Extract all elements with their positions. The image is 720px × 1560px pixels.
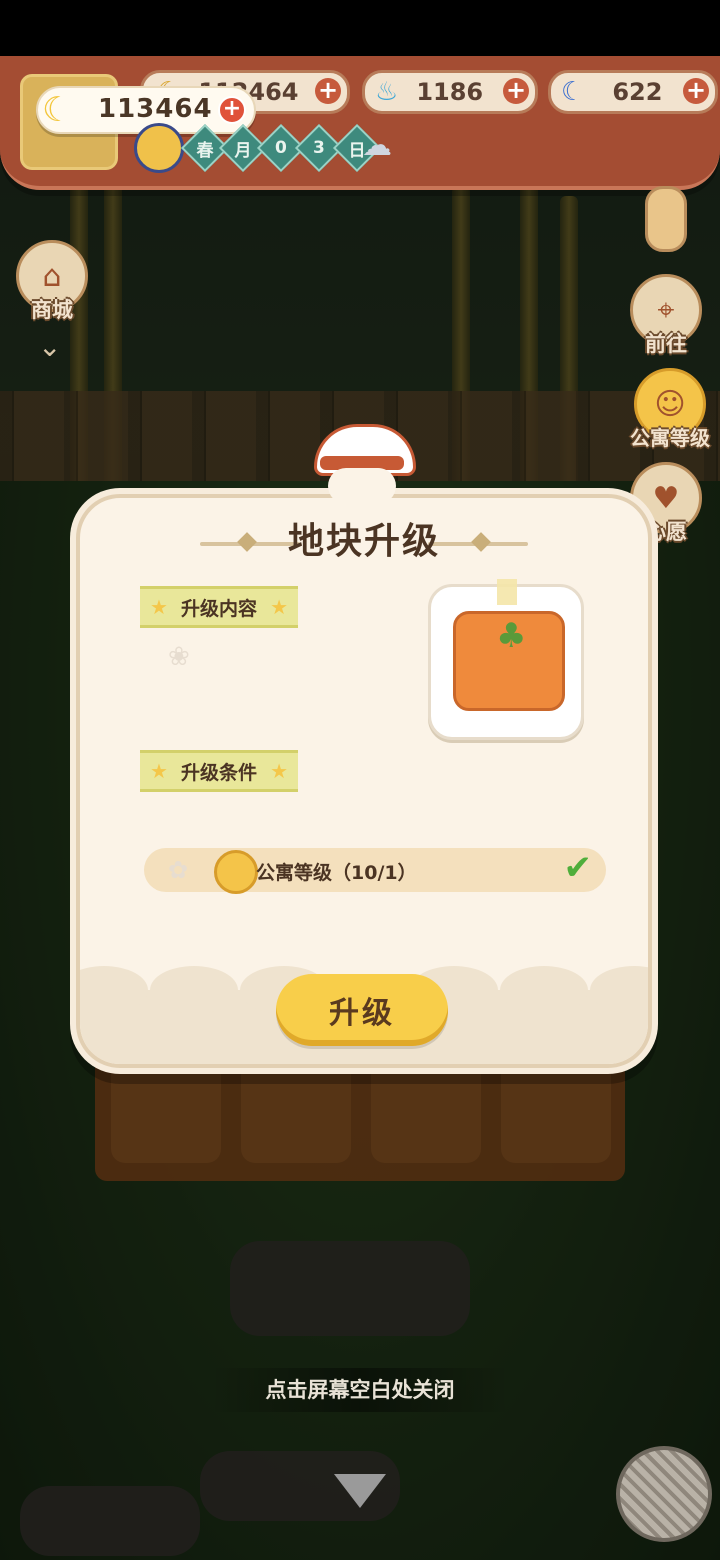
upgrade-content-tag: ★ 升级内容 ★ <box>140 586 298 628</box>
flame-resource: ♨ 1186 + <box>362 70 538 114</box>
gourd-icon <box>645 186 687 252</box>
paw-icon: ❀ <box>168 642 190 672</box>
condition-row: ✿ 公寓等级（10/1） ✔ <box>144 848 606 894</box>
star-icon: ★ <box>150 759 168 783</box>
banana-icon: ☾ <box>42 90 73 130</box>
date-digit-2: 3 <box>313 138 325 158</box>
apartment-badge-icon <box>214 850 258 894</box>
soil-plot-icon: ♣ <box>453 611 565 711</box>
chevron-down-icon[interactable]: ⌄ <box>38 330 61 363</box>
star-icon: ★ <box>150 595 168 619</box>
date-season: 春 <box>196 140 214 161</box>
chef-character <box>310 418 416 504</box>
goto-button[interactable]: ⌖ 前往 <box>626 274 706 358</box>
dialog-title: 地块升级 <box>287 521 440 562</box>
apartment-level-button[interactable]: ☺ 公寓等级 <box>624 368 716 451</box>
down-arrow-icon[interactable] <box>334 1474 386 1508</box>
blue-banana-count: 622 <box>612 78 663 106</box>
yarn-ball-icon[interactable] <box>616 1446 712 1542</box>
upgrade-button[interactable]: 升级 <box>276 974 448 1046</box>
add-banana-button[interactable]: + <box>315 78 341 104</box>
add-main-currency-button[interactable]: + <box>218 96 246 124</box>
sprout-icon: ♣ <box>496 616 527 656</box>
blue-banana-icon: ☾ <box>561 77 585 107</box>
upgrade-condition-label: 升级条件 <box>180 761 257 784</box>
status-bar <box>0 0 720 56</box>
close-hint: 点击屏幕空白处关闭 <box>210 1368 510 1412</box>
upgrade-condition-tag: ★ 升级条件 ★ <box>140 750 298 792</box>
checkmark-icon: ✔ <box>563 848 593 888</box>
condition-text: 公寓等级（10/1） <box>256 862 417 884</box>
date-digit-1: 0 <box>275 138 287 158</box>
calendar-date: 春 月 0 3 日 <box>134 123 382 173</box>
add-blue-banana-button[interactable]: + <box>683 78 709 104</box>
shop-button[interactable]: ⌂ 商城 <box>12 240 92 324</box>
add-flame-button[interactable]: + <box>503 78 529 104</box>
shop-label: 商城 <box>31 298 73 322</box>
apartment-level-label: 公寓等级 <box>630 426 710 450</box>
flame-count: 1186 <box>416 78 484 106</box>
clover-icon: ✿ <box>168 856 189 884</box>
plot-upgrade-dialog: 地块升级 ★ 升级内容 ★ ❀ ♣ ★ 升级条件 ★ ✿ 公寓等级（10/1） … <box>76 494 652 1068</box>
main-currency-value: 113464 <box>98 94 213 124</box>
clock-icon <box>134 123 184 173</box>
rain-cloud-icon: ☁ <box>362 128 392 163</box>
upgrade-content-label: 升级内容 <box>180 597 257 620</box>
blue-banana-resource: ☾ 622 + <box>548 70 718 114</box>
goto-label: 前往 <box>645 332 687 356</box>
date-month: 月 <box>234 140 252 161</box>
plot-preview: ♣ <box>428 579 584 740</box>
star-icon: ★ <box>270 759 288 783</box>
blue-flame-icon: ♨ <box>375 77 399 107</box>
gourd-button[interactable] <box>626 186 706 252</box>
star-icon: ★ <box>270 595 288 619</box>
